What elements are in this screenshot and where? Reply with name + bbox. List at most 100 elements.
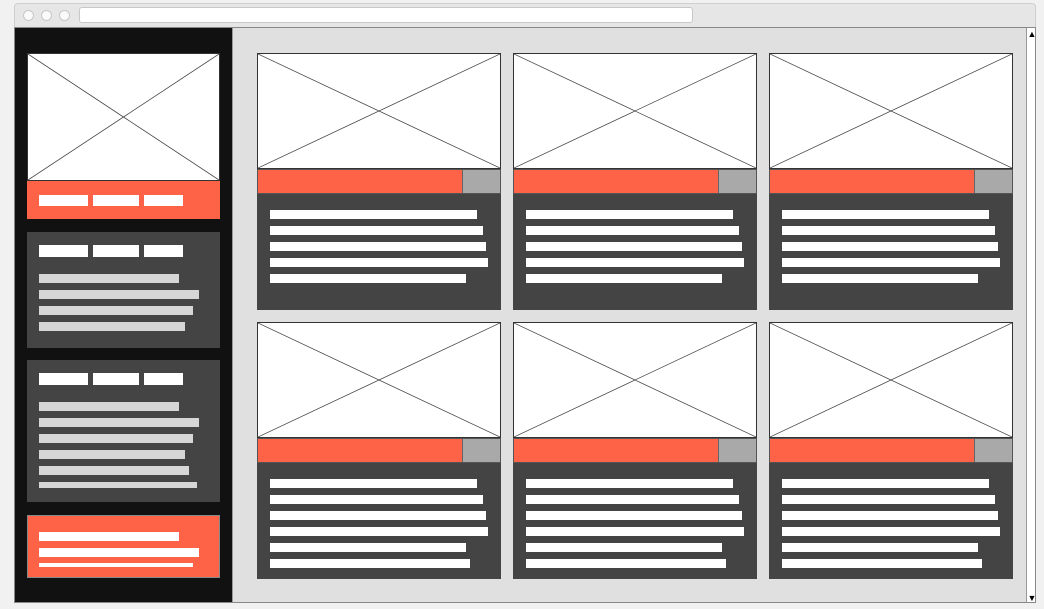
text-line — [526, 543, 722, 552]
text-line — [782, 210, 989, 219]
text-line — [526, 495, 739, 504]
text-line — [39, 418, 199, 427]
window-minimize-icon[interactable] — [41, 10, 52, 21]
text-line — [39, 450, 185, 459]
text-line — [39, 466, 189, 475]
text-line — [270, 242, 486, 251]
text-line — [39, 532, 179, 541]
text-line — [39, 322, 185, 331]
text-line — [39, 402, 179, 411]
card-body — [513, 194, 757, 310]
address-bar[interactable] — [79, 7, 693, 23]
card-action-button[interactable] — [462, 170, 500, 193]
card-title-bar[interactable] — [257, 438, 501, 463]
card-title-bar[interactable] — [257, 169, 501, 194]
card-title-bar[interactable] — [769, 438, 1013, 463]
image-placeholder-icon — [514, 323, 756, 437]
text-line — [526, 511, 742, 520]
panel-tab[interactable] — [39, 245, 88, 257]
image-placeholder-icon — [514, 54, 756, 168]
sidebar-panel — [27, 232, 220, 348]
vertical-scrollbar[interactable]: ▲ ▼ — [1026, 28, 1035, 602]
text-line — [526, 210, 733, 219]
text-line — [39, 274, 179, 283]
card-title-bar[interactable] — [513, 169, 757, 194]
panel-tab[interactable] — [144, 245, 183, 257]
text-line — [526, 226, 739, 235]
text-line — [782, 559, 982, 568]
sidebar-cta-panel[interactable] — [27, 515, 220, 578]
text-line — [270, 479, 477, 488]
text-line — [782, 479, 989, 488]
scroll-down-icon[interactable]: ▼ — [1027, 592, 1035, 602]
text-line — [39, 548, 199, 557]
panel-tab[interactable] — [93, 245, 139, 257]
text-line — [526, 242, 742, 251]
scroll-up-icon[interactable]: ▲ — [1027, 28, 1035, 40]
sidebar-nav-primary — [27, 181, 220, 219]
text-line — [526, 258, 744, 267]
image-placeholder-icon — [258, 54, 500, 168]
text-line — [270, 258, 488, 267]
image-placeholder-icon — [28, 54, 219, 180]
text-line — [39, 434, 193, 443]
card-title-bar[interactable] — [769, 169, 1013, 194]
card-action-button[interactable] — [462, 439, 500, 462]
text-line — [782, 274, 978, 283]
card-image[interactable] — [769, 53, 1013, 169]
nav-link[interactable] — [93, 195, 139, 206]
card-image[interactable] — [513, 53, 757, 169]
browser-toolbar — [14, 3, 1036, 27]
card-image[interactable] — [769, 322, 1013, 438]
text-line — [782, 511, 998, 520]
image-placeholder-icon — [770, 323, 1012, 437]
panel-tab[interactable] — [144, 373, 183, 385]
text-line — [270, 527, 488, 536]
text-line — [782, 258, 1000, 267]
card-image[interactable] — [513, 322, 757, 438]
text-line — [39, 290, 199, 299]
text-line — [270, 511, 486, 520]
card-image[interactable] — [257, 322, 501, 438]
text-line — [39, 563, 193, 567]
panel-tab[interactable] — [39, 373, 88, 385]
text-line — [782, 495, 995, 504]
text-line — [270, 495, 483, 504]
card-action-button[interactable] — [974, 170, 1012, 193]
text-line — [782, 543, 978, 552]
text-line — [39, 306, 193, 315]
text-line — [782, 242, 998, 251]
text-line — [270, 226, 483, 235]
nav-link[interactable] — [144, 195, 183, 206]
text-line — [270, 543, 466, 552]
text-line — [526, 527, 744, 536]
nav-link[interactable] — [39, 195, 88, 206]
card-title-bar[interactable] — [513, 438, 757, 463]
text-line — [270, 559, 470, 568]
text-line — [526, 274, 722, 283]
text-line — [782, 527, 1000, 536]
card-body — [257, 194, 501, 310]
card-action-button[interactable] — [718, 439, 756, 462]
text-line — [270, 274, 466, 283]
sidebar-panel — [27, 360, 220, 502]
text-line — [39, 482, 197, 488]
text-line — [270, 210, 477, 219]
image-placeholder-icon — [770, 54, 1012, 168]
window-maximize-icon[interactable] — [59, 10, 70, 21]
panel-tab[interactable] — [93, 373, 139, 385]
text-line — [526, 559, 726, 568]
main-content — [232, 28, 1026, 602]
text-line — [782, 226, 995, 235]
sidebar-hero-image — [27, 53, 220, 181]
browser-window: ▲ ▼ — [14, 27, 1036, 603]
card-action-button[interactable] — [974, 439, 1012, 462]
window-close-icon[interactable] — [23, 10, 34, 21]
card-body — [769, 463, 1013, 579]
image-placeholder-icon — [258, 323, 500, 437]
card-action-button[interactable] — [718, 170, 756, 193]
card-body — [513, 463, 757, 579]
card-image[interactable] — [257, 53, 501, 169]
card-body — [257, 463, 501, 579]
text-line — [526, 479, 733, 488]
